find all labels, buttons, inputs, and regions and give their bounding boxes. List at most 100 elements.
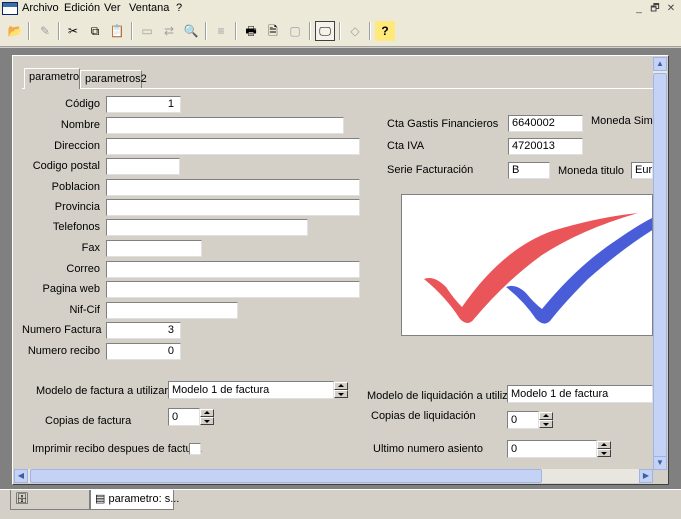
- window-tab-label: parametro: s...: [108, 493, 180, 505]
- edit-document-icon[interactable]: ✎: [35, 21, 55, 41]
- nif-cif-label: Nif-Cif: [69, 304, 100, 316]
- toolbar-separator: [131, 22, 133, 40]
- moneda-titulo-field[interactable]: Euro: [631, 162, 653, 179]
- direccion-label: Direccion: [54, 140, 100, 152]
- app-icon[interactable]: [2, 2, 18, 15]
- correo-label: Correo: [66, 263, 100, 275]
- scroll-down-icon[interactable]: ▼: [653, 456, 667, 470]
- toolbar-separator: [309, 22, 311, 40]
- toolbar: 📂 ✎ ✂ ⧉ 📋 ▭ ⇄ 🔍 ≡ 🖶 🗎 ▢ 🖵 ◇ ?: [0, 17, 681, 47]
- copias-factura-field[interactable]: 0: [168, 408, 200, 426]
- codigo-label: Código: [65, 98, 100, 110]
- numero-factura-label: Numero Factura: [22, 324, 102, 336]
- nif-cif-field[interactable]: [106, 302, 238, 319]
- fax-label: Fax: [81, 242, 100, 254]
- cta-gastos-field[interactable]: 6640002: [508, 115, 583, 132]
- spin-up-icon[interactable]: [597, 441, 611, 449]
- open-folder-icon[interactable]: 📂: [5, 21, 25, 41]
- tab-parametros2[interactable]: parametros2: [80, 70, 147, 88]
- direccion-field[interactable]: [106, 138, 360, 155]
- fax-field[interactable]: [106, 240, 202, 257]
- numero-recibo-label: Numero recibo: [27, 345, 100, 357]
- restore-icon[interactable]: 🗗: [648, 2, 662, 15]
- printer-icon[interactable]: 🖶: [241, 21, 261, 41]
- imprimir-recibo-checkbox[interactable]: [189, 443, 201, 455]
- database-icon: 🗄: [15, 493, 29, 505]
- serie-facturacion-label: Serie Facturación: [387, 164, 474, 176]
- modelo-factura-combo[interactable]: Modelo 1 de factura: [168, 381, 334, 399]
- numero-recibo-field[interactable]: 0: [106, 343, 181, 360]
- toolbar-separator: [235, 22, 237, 40]
- copias-liquidacion-spinner[interactable]: [539, 412, 553, 428]
- modelo-liquidacion-combo[interactable]: Modelo 1 de factura: [507, 385, 653, 403]
- checkmarks-logo: [424, 213, 652, 324]
- codigo-postal-label: Codigo postal: [32, 160, 100, 172]
- ultimo-asiento-field[interactable]: 0: [507, 440, 597, 458]
- toolbar-separator: [339, 22, 341, 40]
- cta-iva-label: Cta IVA: [387, 140, 425, 152]
- spin-down-icon[interactable]: [539, 420, 553, 428]
- window-tab-parametro[interactable]: ▤ parametro: s...: [90, 490, 179, 510]
- window-tab-database[interactable]: 🗄: [10, 490, 90, 510]
- numero-factura-field[interactable]: 3: [106, 322, 181, 339]
- correo-field[interactable]: [106, 261, 360, 278]
- toolbar-separator: [58, 22, 60, 40]
- poblacion-field[interactable]: [106, 179, 360, 196]
- serie-facturacion-field[interactable]: B: [508, 162, 550, 179]
- spin-down-icon[interactable]: [200, 417, 214, 425]
- poblacion-label: Poblacion: [51, 181, 100, 193]
- menu-ventana[interactable]: Ventana: [129, 2, 169, 14]
- modelo-liquidacion-label: Modelo de liquidación a utilizar: [367, 390, 518, 402]
- company-logo-image[interactable]: [401, 194, 653, 336]
- search-icon[interactable]: 🔍: [181, 21, 201, 41]
- scroll-left-icon[interactable]: ◀: [14, 469, 28, 483]
- monitor-icon[interactable]: 🖵: [315, 21, 335, 41]
- close-icon[interactable]: ✕: [664, 2, 678, 15]
- menu-edicion[interactable]: Edición: [64, 2, 100, 14]
- copias-liquidacion-field[interactable]: 0: [507, 411, 539, 429]
- imprimir-recibo-label: Imprimir recibo despues de factura: [32, 443, 202, 455]
- spin-down-icon[interactable]: [334, 390, 348, 398]
- page-setup-icon[interactable]: ▢: [285, 21, 305, 41]
- cta-iva-field[interactable]: 4720013: [508, 138, 583, 155]
- spin-up-icon[interactable]: [200, 409, 214, 417]
- scroll-right-icon[interactable]: ▶: [639, 469, 653, 483]
- window-icon[interactable]: ▭: [137, 21, 157, 41]
- codigo-field[interactable]: 1: [106, 96, 181, 113]
- minimize-icon[interactable]: _: [632, 2, 646, 15]
- modelo-factura-spinner[interactable]: [334, 382, 348, 398]
- pagina-web-field[interactable]: [106, 281, 360, 298]
- toolbar-separator: [205, 22, 207, 40]
- spin-down-icon[interactable]: [597, 449, 611, 457]
- copy-icon[interactable]: ⧉: [85, 21, 105, 41]
- paste-icon[interactable]: 📋: [107, 21, 127, 41]
- provincia-label: Provincia: [54, 201, 100, 213]
- copias-factura-spinner[interactable]: [200, 409, 214, 425]
- spin-up-icon[interactable]: [334, 382, 348, 390]
- ultimo-asiento-spinner[interactable]: [597, 441, 611, 457]
- tab-parametro[interactable]: parametro: [24, 68, 80, 89]
- moneda-simbolo-label: Moneda Simbo: [591, 115, 653, 127]
- nombre-field[interactable]: [106, 117, 344, 134]
- scroll-up-icon[interactable]: ▲: [653, 57, 667, 71]
- telefonos-field[interactable]: [106, 219, 308, 236]
- cta-gastos-label: Cta Gastis Financieros: [387, 118, 499, 130]
- help-icon[interactable]: ?: [375, 21, 395, 41]
- cut-icon[interactable]: ✂: [63, 21, 83, 41]
- list-icon[interactable]: ≡: [211, 21, 231, 41]
- menu-archivo[interactable]: Archivo: [22, 2, 59, 14]
- spin-up-icon[interactable]: [539, 412, 553, 420]
- print-preview-icon[interactable]: 🗎: [263, 21, 283, 41]
- pagina-web-label: Pagina web: [42, 283, 101, 295]
- horizontal-scrollbar[interactable]: ◀ ▶: [14, 469, 653, 483]
- vertical-scrollbar[interactable]: ▲ ▼: [653, 57, 667, 470]
- menu-help[interactable]: ?: [176, 2, 182, 14]
- menu-ver[interactable]: Ver: [104, 2, 121, 14]
- horizontal-scroll-thumb[interactable]: [30, 469, 542, 483]
- copias-factura-label: Copias de factura: [45, 415, 132, 427]
- vertical-scroll-thumb[interactable]: [653, 73, 667, 457]
- provincia-field[interactable]: [106, 199, 360, 216]
- find-replace-icon[interactable]: ⇄: [159, 21, 179, 41]
- eraser-icon[interactable]: ◇: [345, 21, 365, 41]
- codigo-postal-field[interactable]: [106, 158, 180, 175]
